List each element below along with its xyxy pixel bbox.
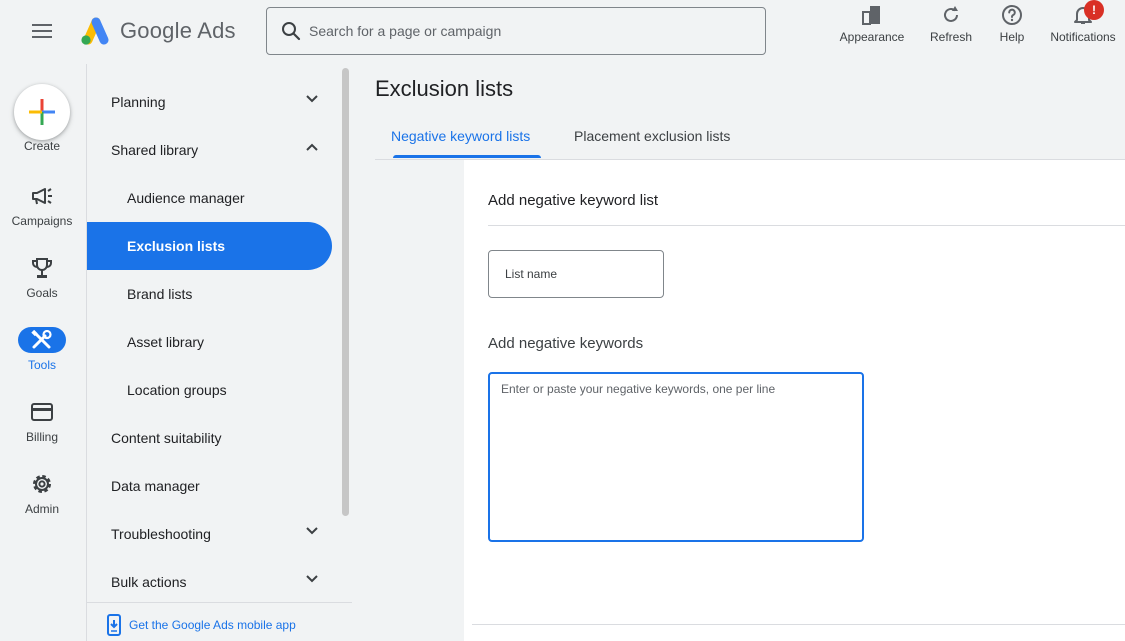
form-title-divider — [488, 225, 1125, 226]
rail-label-campaigns: Campaigns — [11, 214, 73, 228]
nav-label-asset-library: Asset library — [127, 334, 205, 350]
nav-item-location-groups[interactable]: Location groups — [87, 366, 332, 414]
chevron-up-icon — [306, 143, 318, 151]
nav-item-shared-library[interactable]: Shared library — [87, 126, 332, 174]
appearance-icon — [862, 6, 880, 25]
help-icon — [1002, 5, 1022, 25]
nav-item-asset-library[interactable]: Asset library — [87, 318, 332, 366]
nav-item-planning[interactable]: Planning — [87, 78, 332, 126]
rail-item-tools[interactable]: Tools — [0, 327, 84, 383]
page-title: Exclusion lists — [375, 76, 514, 101]
google-ads-logo[interactable]: Google Ads — [78, 14, 236, 48]
gear-icon — [33, 475, 51, 493]
mobile-app-link-text: Get the Google Ads mobile app — [129, 618, 296, 632]
rail-label-goals: Goals — [26, 286, 58, 300]
trophy-icon — [32, 258, 52, 278]
keywords-heading: Add negative keywords — [488, 335, 644, 352]
nav-label-location-groups: Location groups — [127, 382, 227, 398]
rail-label-tools: Tools — [27, 358, 56, 372]
rail-icon-wrap — [18, 399, 66, 425]
rail-icon-wrap — [18, 471, 66, 497]
appearance-button[interactable]: Appearance — [838, 4, 906, 52]
form-title: Add negative keyword list — [488, 192, 659, 209]
chevron-down-icon — [306, 527, 318, 535]
tools-navigation-panel: Planning Shared library Audience manager… — [86, 64, 352, 641]
negative-keywords-textarea[interactable] — [488, 372, 864, 542]
appearance-label: Appearance — [839, 30, 905, 44]
nav-label-planning: Planning — [111, 94, 166, 110]
chevron-down-icon — [306, 95, 318, 103]
help-button[interactable]: Help — [994, 4, 1030, 52]
refresh-label: Refresh — [929, 30, 973, 44]
notifications-button[interactable]: ! Notifications — [1046, 0, 1120, 52]
search-icon — [282, 22, 301, 41]
nav-label-troubleshooting: Troubleshooting — [111, 526, 211, 542]
tab-label-placement-exclusion-lists: Placement exclusion lists — [574, 128, 731, 144]
tab-placement-exclusion-lists[interactable]: Placement exclusion lists — [574, 114, 730, 158]
search-box[interactable] — [266, 7, 766, 55]
nav-item-exclusion-lists[interactable]: Exclusion lists — [87, 222, 332, 270]
hamburger-menu-icon — [32, 24, 52, 38]
notification-badge: ! — [1084, 0, 1104, 20]
rail-label-admin: Admin — [24, 502, 59, 516]
rail-item-campaigns[interactable]: Campaigns — [0, 183, 84, 239]
nav-label-content-suitability: Content suitability — [111, 430, 222, 446]
google-ads-logo-icon — [81, 17, 109, 45]
chevron-down-icon — [306, 575, 318, 583]
brand-name: Google Ads — [120, 18, 236, 43]
nav-label-brand-lists: Brand lists — [127, 286, 193, 302]
tools-icon — [31, 330, 52, 349]
rail-icon-wrap — [18, 327, 66, 353]
rail-item-goals[interactable]: Goals — [0, 255, 84, 311]
megaphone-icon — [32, 188, 52, 205]
rail-icon-wrap — [18, 255, 66, 281]
nav-item-troubleshooting[interactable]: Troubleshooting — [87, 510, 332, 558]
rail-label-billing: Billing — [25, 430, 58, 444]
refresh-icon — [944, 6, 958, 22]
help-label: Help — [999, 30, 1025, 44]
nav-divider — [87, 602, 352, 603]
tab-negative-keyword-lists[interactable]: Negative keyword lists — [391, 114, 530, 158]
main-menu-button[interactable] — [22, 16, 62, 46]
nav-label-data-manager: Data manager — [111, 478, 200, 494]
nav-label-bulk-actions: Bulk actions — [111, 574, 187, 590]
credit-card-icon — [31, 403, 53, 421]
search-input[interactable] — [309, 23, 749, 39]
mobile-phone-icon — [107, 614, 121, 636]
nav-item-brand-lists[interactable]: Brand lists — [87, 270, 332, 318]
nav-scrollbar[interactable] — [342, 68, 349, 516]
nav-item-bulk-actions[interactable]: Bulk actions — [87, 558, 332, 606]
plus-icon — [29, 99, 55, 125]
rail-icon-wrap — [18, 183, 66, 209]
nav-item-audience-manager[interactable]: Audience manager — [87, 174, 332, 222]
navigation-rail: Create Campaigns Goals Tools Billing Adm… — [0, 64, 86, 641]
tab-label-negative-keyword-lists: Negative keyword lists — [391, 128, 531, 144]
nav-label-audience-manager: Audience manager — [127, 190, 245, 206]
rail-item-admin[interactable]: Admin — [0, 471, 84, 527]
nav-item-content-suitability[interactable]: Content suitability — [87, 414, 332, 462]
create-label: Create — [23, 139, 61, 153]
nav-item-data-manager[interactable]: Data manager — [87, 462, 332, 510]
negative-keyword-list-form: Add negative keyword list Add negative k… — [464, 160, 1125, 641]
top-app-bar: Google Ads Appearance Refresh Help — [0, 0, 1125, 64]
rail-item-billing[interactable]: Billing — [0, 399, 84, 455]
active-tab-indicator — [393, 155, 541, 158]
list-name-input[interactable] — [488, 250, 664, 298]
mobile-app-link[interactable]: Get the Google Ads mobile app — [107, 614, 296, 636]
refresh-button[interactable]: Refresh — [926, 4, 976, 52]
form-bottom-divider — [472, 624, 1125, 625]
nav-label-shared-library: Shared library — [111, 142, 199, 158]
notifications-label: Notifications — [1050, 30, 1116, 44]
nav-label-exclusion-lists: Exclusion lists — [127, 238, 226, 254]
create-button[interactable] — [14, 84, 70, 140]
